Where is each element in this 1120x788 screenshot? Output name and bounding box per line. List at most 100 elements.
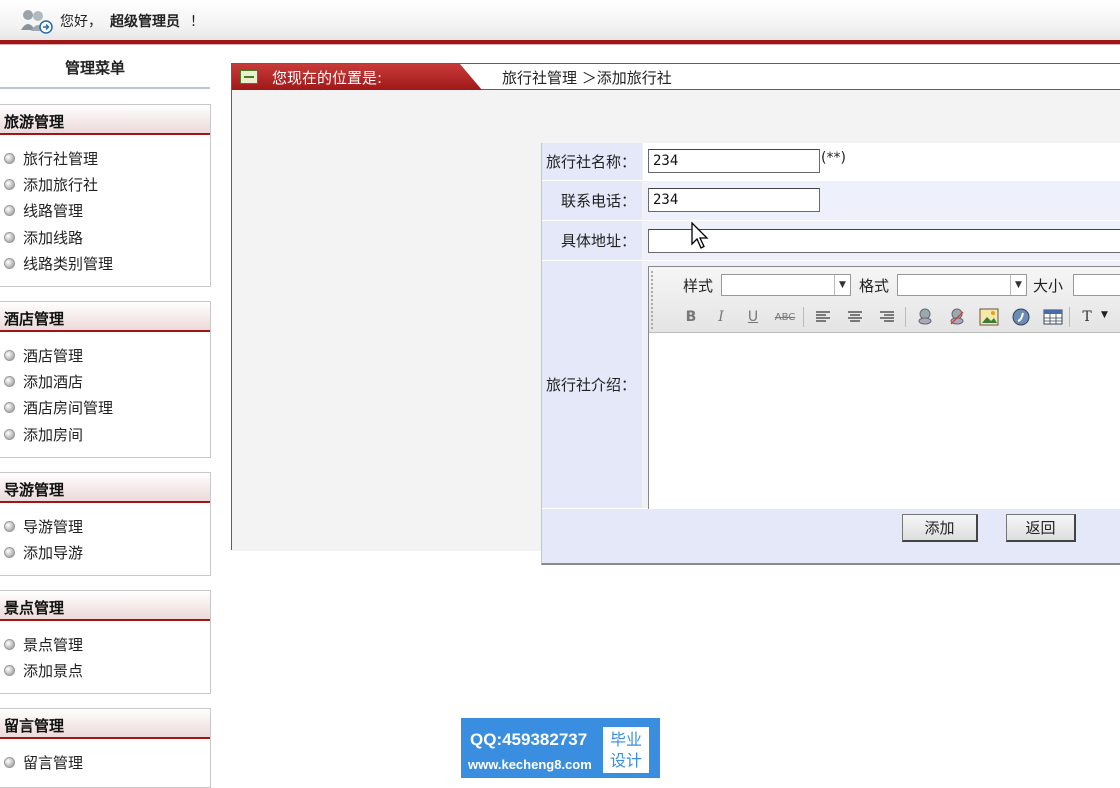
greeting-text: 您好， 超级管理员 ！	[60, 11, 204, 31]
watermark-tag-line1: 毕业	[609, 730, 642, 749]
rich-text-editor: 样式 ▼ 格式 ▼ 大小 B I U ABC T ▼	[648, 266, 1120, 528]
menu-item-agency-manage[interactable]: 旅行社管理	[4, 145, 210, 171]
submit-button[interactable]: 添加	[902, 514, 978, 542]
menu-item-add-agency[interactable]: 添加旅行社	[4, 171, 210, 197]
watermark-qq: QQ:459382737	[470, 730, 588, 749]
insert-link-icon[interactable]	[913, 306, 937, 328]
main-panel: 您现在的位置是: 旅行社管理 ＞添加旅行社 旅行社名称： (**) 联系电话： …	[231, 63, 1120, 565]
menu-item-label: 旅行社管理	[23, 149, 99, 168]
remove-link-icon[interactable]	[945, 306, 969, 328]
chevron-down-icon[interactable]: ▼	[1101, 310, 1108, 320]
bold-button[interactable]: B	[679, 306, 703, 328]
back-button[interactable]: 返回	[1006, 514, 1076, 542]
format-select[interactable]: ▼	[897, 274, 1027, 296]
menu-item-message-manage[interactable]: 留言管理	[4, 749, 210, 775]
text-color-button[interactable]: T	[1075, 306, 1099, 328]
insert-table-icon[interactable]	[1041, 306, 1065, 328]
insert-flash-icon[interactable]	[1009, 306, 1033, 328]
insert-image-icon[interactable]	[977, 306, 1001, 328]
bullet-icon	[4, 665, 15, 677]
toolbar-separator	[803, 307, 804, 327]
menu-item-add-route[interactable]: 添加线路	[4, 224, 210, 250]
watermark-url: www.kecheng8.com	[468, 757, 592, 772]
menu-item-add-hotel[interactable]: 添加酒店	[4, 368, 210, 394]
content-body: 旅行社名称： (**) 联系电话： 具体地址： 旅行社介绍：	[232, 90, 1120, 565]
name-field-cell: (**)	[643, 143, 1120, 180]
bullet-icon	[4, 638, 15, 650]
phone-label: 联系电话：	[542, 181, 642, 220]
username: 超级管理员	[110, 14, 180, 30]
menu-item-label: 线路管理	[23, 202, 84, 221]
editor-content-area[interactable]	[649, 334, 1120, 527]
menu-item-label: 导游管理	[23, 517, 84, 536]
menu-item-room-manage[interactable]: 酒店房间管理	[4, 395, 210, 421]
greeting-exclaim: ！	[190, 14, 204, 30]
menu-item-label: 酒店房间管理	[23, 399, 114, 418]
menu-group-title: 留言管理	[0, 709, 210, 739]
menu-item-hotel-manage[interactable]: 酒店管理	[4, 342, 210, 368]
menu-item-label: 添加导游	[23, 544, 84, 563]
menu-item-add-scenic[interactable]: 添加景点	[4, 657, 210, 683]
breadcrumb: 旅行社管理 ＞添加旅行社	[502, 69, 672, 87]
size-select[interactable]	[1073, 274, 1120, 296]
align-right-icon[interactable]	[875, 306, 899, 328]
menu-item-add-guide[interactable]: 添加导游	[4, 539, 210, 565]
menu-item-label: 添加景点	[23, 662, 84, 681]
bullet-icon	[4, 402, 15, 414]
required-hint: (**)	[821, 150, 846, 166]
menu-group-hotel: 酒店管理 酒店管理 添加酒店 酒店房间管理 添加房间	[0, 301, 211, 458]
phone-input[interactable]	[648, 188, 820, 212]
toolbar-separator	[905, 307, 906, 327]
location-icon	[240, 70, 258, 84]
watermark-banner: QQ:459382737 www.kecheng8.com 毕业 设计	[461, 718, 660, 778]
toolbar-grip[interactable]	[651, 271, 661, 329]
sidebar: 管理菜单 旅游管理 旅行社管理 添加旅行社 线路管理 添加线路 线路类别管理 酒…	[0, 45, 212, 788]
menu-group-scenic: 景点管理 景点管理 添加景点	[0, 590, 211, 694]
address-field-cell	[643, 221, 1120, 260]
menu-item-label: 酒店管理	[23, 346, 84, 365]
menu-title-divider	[0, 87, 210, 89]
italic-button[interactable]: I	[709, 306, 733, 328]
form-row-intro: 旅行社介绍： 样式 ▼ 格式 ▼ 大小 B I U ABC T ▼	[542, 261, 1120, 528]
phone-field-cell	[643, 181, 1120, 220]
strikethrough-button[interactable]: ABC	[773, 306, 797, 328]
menu-item-add-room[interactable]: 添加房间	[4, 421, 210, 447]
menu-group-title: 酒店管理	[0, 302, 210, 332]
bullet-icon	[4, 231, 15, 243]
editor-toolbar: 样式 ▼ 格式 ▼ 大小 B I U ABC T ▼	[649, 267, 1120, 333]
bullet-icon	[4, 205, 15, 217]
bullet-icon	[4, 349, 15, 361]
style-select[interactable]: ▼	[721, 274, 851, 296]
menu-item-label: 添加线路	[23, 228, 84, 247]
intro-label: 旅行社介绍：	[542, 261, 642, 508]
top-bar: 您好， 超级管理员 ！	[0, 0, 1120, 40]
menu-item-label: 添加旅行社	[23, 176, 99, 195]
bullet-icon	[4, 547, 15, 559]
address-label: 具体地址：	[542, 221, 642, 260]
bullet-icon	[4, 520, 15, 532]
agency-name-input[interactable]	[648, 149, 820, 173]
menu-item-label: 添加酒店	[23, 373, 84, 392]
menu-title: 管理菜单	[64, 59, 125, 77]
menu-group-title: 旅游管理	[0, 105, 210, 135]
menu-item-label: 线路类别管理	[23, 255, 114, 274]
menu-group-guide: 导游管理 导游管理 添加导游	[0, 472, 211, 576]
menu-item-scenic-manage[interactable]: 景点管理	[4, 631, 210, 657]
menu-item-label: 留言管理	[23, 753, 84, 772]
address-input[interactable]	[648, 229, 1120, 253]
form-row-name: 旅行社名称： (**)	[542, 143, 1120, 181]
intro-field-cell: 样式 ▼ 格式 ▼ 大小 B I U ABC T ▼	[643, 261, 1120, 528]
name-label: 旅行社名称：	[542, 143, 642, 180]
form-row-phone: 联系电话：	[542, 181, 1120, 221]
align-center-icon[interactable]	[843, 306, 867, 328]
menu-item-route-category[interactable]: 线路类别管理	[4, 251, 210, 277]
format-label: 格式	[859, 277, 890, 295]
menu-item-guide-manage[interactable]: 导游管理	[4, 513, 210, 539]
menu-item-route-manage[interactable]: 线路管理	[4, 198, 210, 224]
underline-button[interactable]: U	[741, 306, 765, 328]
watermark-tag-line2: 设计	[609, 751, 642, 770]
form-actions: 添加 返回	[542, 509, 1120, 563]
menu-item-label: 添加房间	[23, 425, 84, 444]
mouse-cursor-icon	[691, 222, 709, 249]
align-left-icon[interactable]	[811, 306, 835, 328]
